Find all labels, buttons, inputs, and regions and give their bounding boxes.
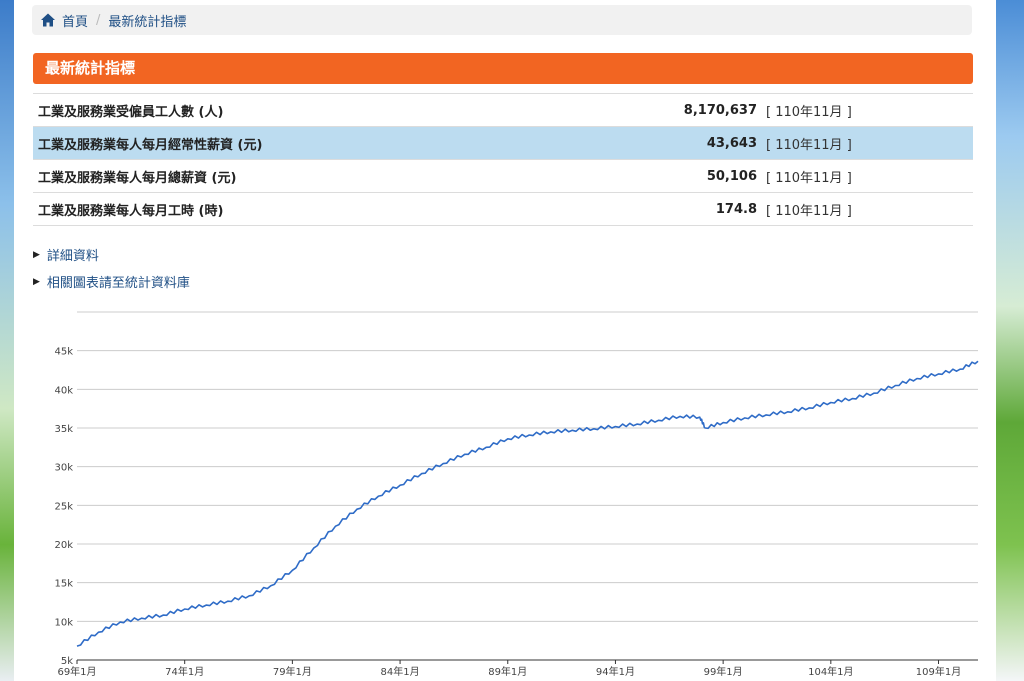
stat-value: 8,170,637 [683,102,757,118]
stat-value: 43,643 [706,135,757,151]
related-charts-link[interactable]: 相關圖表請至統計資料庫 [47,272,190,291]
stat-name: 工業及服務業每人每月總薪資 (元) [38,170,237,186]
series-line[interactable] [76,360,979,647]
stat-value: 50,106 [706,168,757,184]
y-tick-label: 35k [54,424,73,435]
stats-row-employees: 工業及服務業受僱員工人數 (人) 8,170,637 [ 110年11月 ] [33,93,973,127]
stats-row-regular-earnings: 工業及服務業每人每月經常性薪資 (元) 43,643 [ 110年11月 ] [33,126,973,160]
x-tick-label: 84年1月 [381,665,420,678]
stat-period: [ 110年11月 ] [766,104,852,120]
stats-row-total-earnings: 工業及服務業每人每月總薪資 (元) 50,106 [ 110年11月 ] [33,159,973,193]
stat-name: 工業及服務業受僱員工人數 (人) [38,104,224,120]
x-tick-label: 99年1月 [704,665,743,678]
expand-triangle-icon[interactable]: ▶ [33,277,40,287]
links-list: ▶ 詳細資料 ▶ 相關圖表請至統計資料庫 [33,241,190,295]
x-tick-label: 89年1月 [488,665,527,678]
breadcrumb-current[interactable]: 最新統計指標 [108,11,186,30]
stats-table: 工業及服務業受僱員工人數 (人) 8,170,637 [ 110年11月 ] 工… [33,93,973,226]
x-tick-label: 69年1月 [57,665,96,678]
stats-row-working-hours: 工業及服務業每人每月工時 (時) 174.8 [ 110年11月 ] [33,192,973,226]
earnings-line-chart[interactable]: 5k 10k 15k 20k 25k 30k 35k 40k 45k 69年1月 74年1月 79年1… [28,300,1010,681]
background-left [0,0,14,681]
stat-name: 工業及服務業每人每月工時 (時) [38,203,224,219]
y-tick-label: 15k [54,579,73,590]
content-panel: 首頁 / 最新統計指標 最新統計指標 工業及服務業受僱員工人數 (人) 8,17… [14,0,996,681]
stat-period: [ 110年11月 ] [766,137,852,153]
stat-period: [ 110年11月 ] [766,170,852,186]
stat-name: 工業及服務業每人每月經常性薪資 (元) [38,137,263,153]
stat-value: 174.8 [715,201,757,217]
detail-link[interactable]: 詳細資料 [47,245,99,264]
expand-triangle-icon[interactable]: ▶ [33,250,40,260]
y-tick-label: 40k [54,385,73,396]
x-tick-label: 104年1月 [808,665,853,678]
y-tick-label: 20k [54,540,73,551]
breadcrumb-separator: / [96,12,101,28]
y-tick-label: 25k [54,501,73,512]
home-icon[interactable] [40,12,56,28]
stat-period: [ 110年11月 ] [766,203,852,219]
x-tick-label: 79年1月 [273,665,312,678]
y-tick-label: 45k [54,347,73,358]
breadcrumb: 首頁 / 最新統計指標 [32,5,972,35]
breadcrumb-home-link[interactable]: 首頁 [62,11,88,30]
link-item-related: ▶ 相關圖表請至統計資料庫 [33,268,190,295]
y-tick-label: 10k [54,617,73,628]
x-tick-label: 109年1月 [916,665,961,678]
link-item-detail: ▶ 詳細資料 [33,241,190,268]
y-tick-label: 5k [61,656,73,667]
x-tick-label: 94年1月 [596,665,635,678]
section-title: 最新統計指標 [33,53,973,84]
x-tick-label: 74年1月 [165,665,204,678]
y-tick-label: 30k [54,463,73,474]
